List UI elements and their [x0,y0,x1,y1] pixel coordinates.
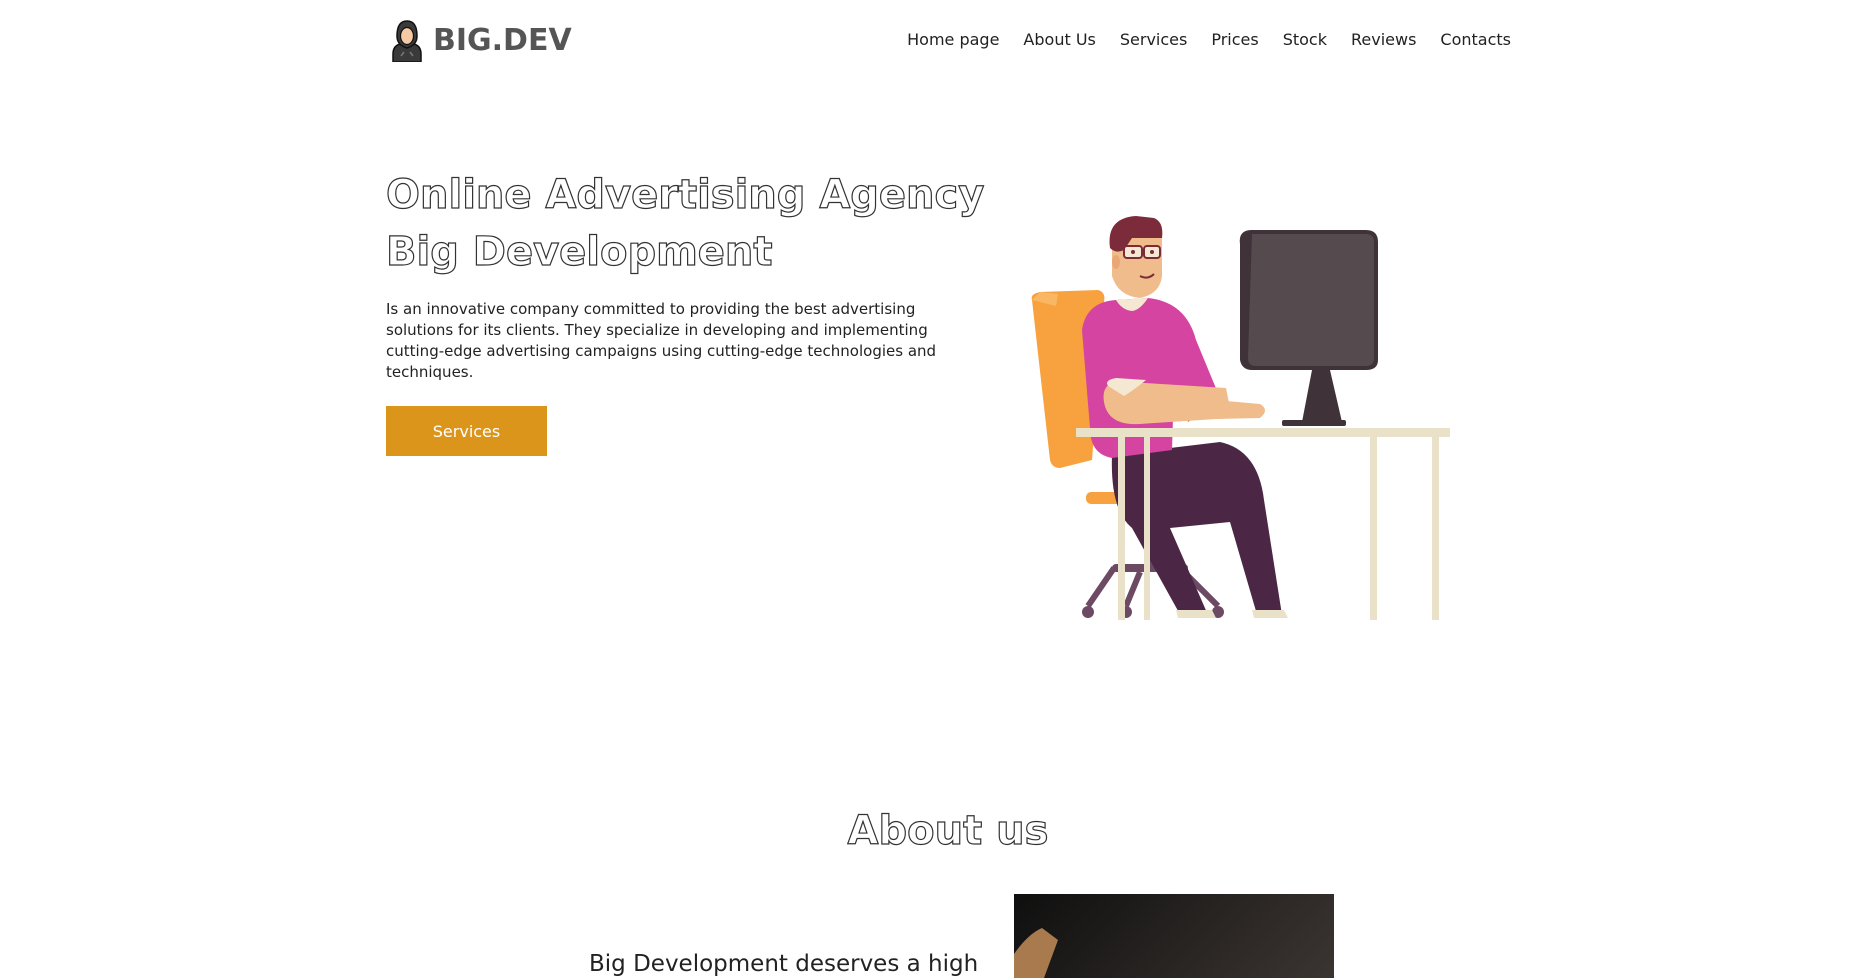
hero-description: Is an innovative company committed to pr… [386,300,937,381]
nav-item-home-page[interactable]: Home page [907,30,999,49]
hero-title-line-1: Online Advertising Agency [385,171,985,218]
nav-item-about-us[interactable]: About Us [1023,30,1095,49]
logo-text: BIG.DEV [433,22,572,58]
nav-item-prices[interactable]: Prices [1211,30,1258,49]
page: BIG.DEV Home page About Us Services Pric… [0,0,1876,978]
hero-title: Online Advertising Agency Big Developmen… [385,167,1006,281]
services-button[interactable]: Services [386,406,547,456]
about-title: About us [847,807,1049,854]
about-text: Big Development deserves a high [589,951,979,977]
main-nav: Home page About Us Services Prices Stock… [883,30,1511,49]
logo-link[interactable]: BIG.DEV [389,18,572,62]
hooded-person-icon [392,20,422,62]
nav-item-services[interactable]: Services [1120,30,1187,49]
nav-item-reviews[interactable]: Reviews [1351,30,1416,49]
about-photo-detail [1014,928,1058,978]
nav-item-stock[interactable]: Stock [1283,30,1327,49]
hero-title-line-2: Big Development [385,228,773,275]
nav-item-contacts[interactable]: Contacts [1440,30,1511,49]
site-header: BIG.DEV Home page About Us Services Pric… [0,0,1876,80]
man-at-computer-illustration [1031,216,1450,620]
about-photo [1014,894,1334,978]
